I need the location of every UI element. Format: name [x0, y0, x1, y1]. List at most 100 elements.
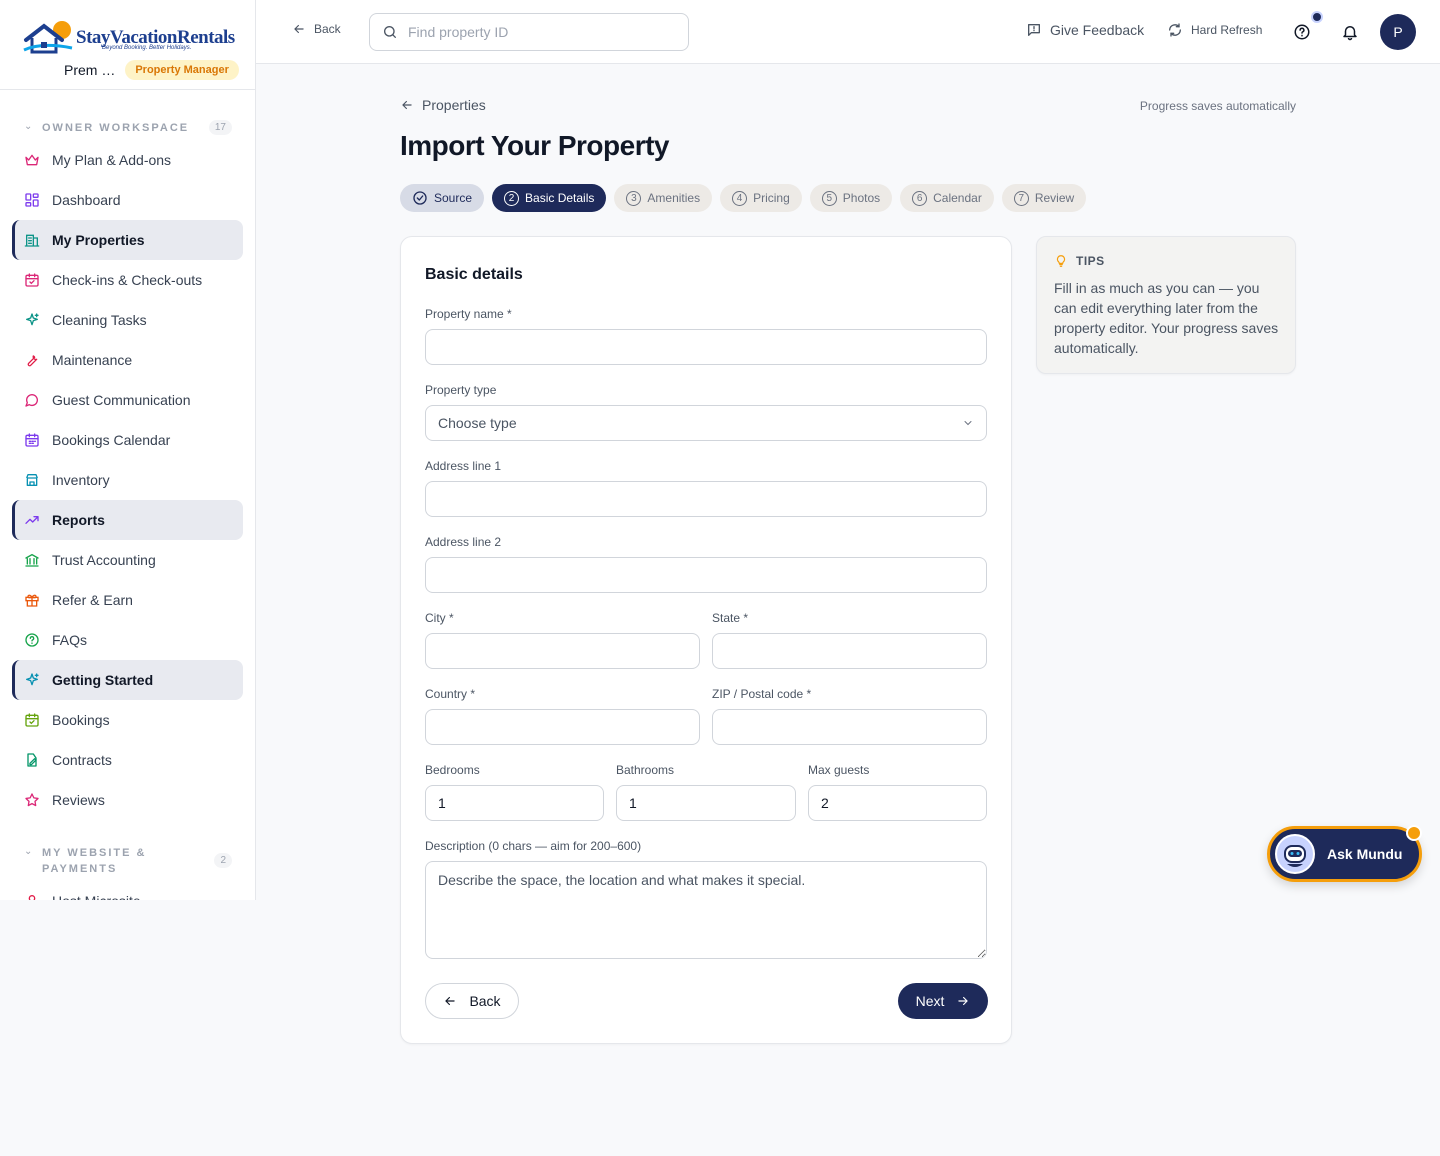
help-button[interactable] [1293, 23, 1311, 46]
max-guests-input[interactable] [808, 785, 987, 821]
step-source[interactable]: Source [400, 184, 485, 212]
address2-input[interactable] [425, 557, 987, 593]
breadcrumb-label: Properties [422, 97, 486, 113]
user-icon [28, 895, 36, 900]
sidebar-item-inventory[interactable]: Inventory [12, 460, 243, 500]
section-label: MY WEBSITE & PAYMENTS [42, 847, 147, 875]
sidebar-item-host-microsite[interactable]: Host Microsite [12, 881, 243, 900]
step-photos[interactable]: 5 Photos [809, 184, 893, 212]
state-input[interactable] [712, 633, 987, 669]
step-label: Photos [842, 191, 881, 205]
zip-input[interactable] [712, 709, 987, 745]
ask-mundu-button[interactable]: Ask Mundu [1267, 826, 1422, 882]
section-owner-workspace[interactable]: ⌄ OWNER WORKSPACE 17 [24, 120, 232, 136]
basic-details-card: Basic details Property name * Property t… [400, 236, 1012, 1044]
address1-input[interactable] [425, 481, 987, 517]
sidebar-item-label: Dashboard [52, 192, 121, 208]
sidebar-item-label: Contracts [52, 752, 112, 768]
user-avatar[interactable]: P [1380, 14, 1416, 50]
city-input[interactable] [425, 633, 700, 669]
sidebar-item-label: Inventory [52, 472, 110, 488]
sidebar-item-check-ins-check-outs[interactable]: Check-ins & Check-outs [12, 260, 243, 300]
sidebar-item-cleaning-tasks[interactable]: Cleaning Tasks [12, 300, 243, 340]
section-my-website-payments[interactable]: ⌄ MY WEBSITE & PAYMENTS 2 [24, 845, 232, 877]
user-row[interactable]: Prem … Property Manager [64, 60, 239, 80]
notifications-button[interactable] [1341, 23, 1359, 46]
property-name-input[interactable] [425, 329, 987, 365]
robot-avatar-icon [1275, 834, 1315, 874]
tips-body: Fill in as much as you can — you can edi… [1054, 280, 1279, 356]
arrow-left-icon [294, 24, 304, 34]
search-input[interactable] [408, 24, 678, 40]
step-label: Basic Details [525, 191, 595, 205]
give-feedback-button[interactable]: Give Feedback [1026, 22, 1144, 38]
user-name: Prem … [64, 62, 116, 78]
sidebar-item-label: Guest Communication [52, 392, 191, 408]
max-guests-label: Max guests [808, 763, 870, 777]
brand-logo[interactable]: StayVacationRentals Beyond Booking. Bett… [22, 18, 235, 58]
step-pricing[interactable]: 4 Pricing [720, 184, 802, 212]
step-number: 3 [626, 190, 642, 206]
contract-icon [27, 753, 37, 767]
notification-dot [1311, 11, 1323, 23]
sidebar-item-guest-communication[interactable]: Guest Communication [12, 380, 243, 420]
sidebar-item-label: Check-ins & Check-outs [52, 272, 203, 288]
property-type-select[interactable]: Choose type [425, 405, 987, 441]
step-basic-details[interactable]: 2 Basic Details [492, 184, 607, 212]
sidebar-item-label: Host Microsite [52, 893, 141, 900]
sidebar-item-maintenance[interactable]: Maintenance [12, 340, 243, 380]
house-logo-icon [23, 21, 73, 54]
sidebar: StayVacationRentals Beyond Booking. Bett… [0, 0, 256, 900]
sidebar-item-reports[interactable]: Reports [12, 500, 243, 540]
crown-icon [25, 154, 39, 166]
calendar-icon [25, 433, 39, 447]
sidebar-item-faqs[interactable]: FAQs [12, 620, 243, 660]
property-type-value: Choose type [438, 415, 517, 431]
top-back-button[interactable]: Back [292, 22, 341, 36]
step-number: 6 [912, 190, 928, 206]
breadcrumb[interactable]: Properties [400, 97, 486, 113]
bathrooms-input[interactable] [616, 785, 796, 821]
sidebar-item-refer-earn[interactable]: Refer & Earn [12, 580, 243, 620]
description-label: Description (0 chars — aim for 200–600) [425, 839, 642, 853]
star-icon [25, 793, 39, 807]
description-textarea[interactable] [425, 861, 987, 959]
step-number: 7 [1013, 190, 1029, 206]
step-calendar[interactable]: 6 Calendar [900, 184, 994, 212]
sidebar-item-reviews[interactable]: Reviews [12, 780, 243, 820]
address1-label: Address line 1 [425, 459, 502, 473]
hard-refresh-button[interactable]: Hard Refresh [1167, 22, 1262, 38]
address2-label: Address line 2 [425, 535, 502, 549]
sidebar-item-my-plan-add-ons[interactable]: My Plan & Add-ons [12, 140, 243, 180]
sidebar-item-contracts[interactable]: Contracts [12, 740, 243, 780]
country-input[interactable] [425, 709, 700, 745]
sidebar-item-label: Bookings Calendar [52, 432, 171, 448]
sidebar-item-my-properties[interactable]: My Properties [12, 220, 243, 260]
brand-area: StayVacationRentals Beyond Booking. Bett… [0, 0, 255, 90]
zip-label: ZIP / Postal code * [712, 687, 812, 701]
sidebar-item-getting-started[interactable]: Getting Started [12, 660, 243, 700]
tips-heading-label: TIPS [1076, 254, 1105, 268]
help-circle-icon [25, 633, 39, 647]
next-button[interactable]: Next [898, 983, 988, 1019]
step-review[interactable]: 7 Review [1001, 184, 1087, 212]
bedrooms-label: Bedrooms [425, 763, 480, 777]
sidebar-item-bookings-calendar[interactable]: Bookings Calendar [12, 420, 243, 460]
next-button-label: Next [915, 993, 945, 1009]
step-label: Review [1034, 191, 1075, 205]
search-box[interactable] [369, 13, 689, 51]
calendar-check-icon [25, 273, 39, 287]
gift-icon [25, 594, 39, 607]
back-button[interactable]: Back [425, 983, 519, 1019]
chevron-down-icon: ⌄ [24, 121, 33, 132]
bedrooms-input[interactable] [425, 785, 604, 821]
country-label: Country * [425, 687, 476, 701]
sidebar-item-trust-accounting[interactable]: Trust Accounting [12, 540, 243, 580]
sidebar-item-bookings[interactable]: Bookings [12, 700, 243, 740]
role-badge: Property Manager [125, 60, 239, 80]
sidebar-item-dashboard[interactable]: Dashboard [12, 180, 243, 220]
dashboard-icon [25, 193, 39, 207]
bathrooms-label: Bathrooms [616, 763, 675, 777]
feedback-icon [1028, 24, 1040, 36]
step-amenities[interactable]: 3 Amenities [614, 184, 713, 212]
